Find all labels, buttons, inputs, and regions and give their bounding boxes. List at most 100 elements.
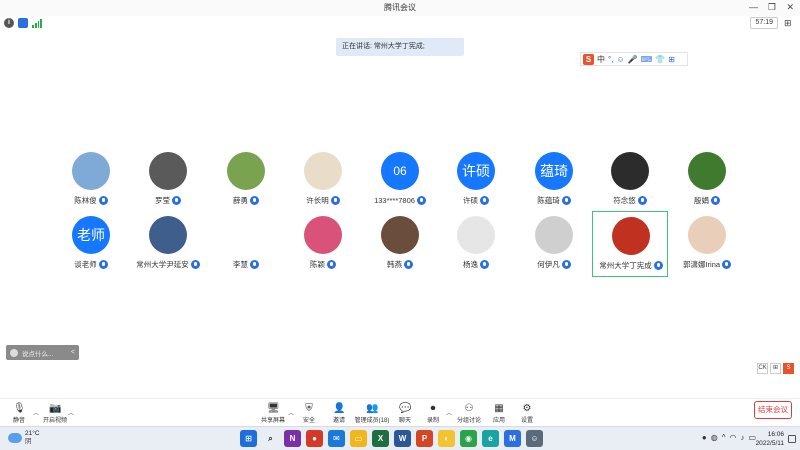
powerpoint-icon[interactable]: P bbox=[416, 430, 433, 447]
participant-tile[interactable]: 殷娟 bbox=[669, 152, 745, 218]
participant-tile[interactable]: 何伊凡 bbox=[516, 216, 592, 282]
participant-tile[interactable]: 蕴琦 陈蕴琦 bbox=[516, 152, 592, 218]
search-icon[interactable]: ⌕ bbox=[262, 430, 279, 447]
microphone-status-icon bbox=[480, 259, 489, 269]
chat-input-pill[interactable]: 说点什么... < bbox=[6, 345, 79, 360]
microphone-status-icon bbox=[711, 195, 720, 205]
ime-mini-bar[interactable]: CK ⊞ S bbox=[757, 363, 794, 374]
ime-skin-icon[interactable]: 👕 bbox=[655, 54, 665, 65]
manage-members-button[interactable]: 👥 管理成员(18) bbox=[352, 403, 392, 425]
taskbar-apps: ⊞ ⌕ N ● ✉ ▭ X W P ◐ ◉ e M ☺ bbox=[240, 430, 543, 447]
tray-app2-icon[interactable]: ◍ bbox=[711, 432, 718, 444]
minimize-icon[interactable]: — bbox=[749, 2, 758, 12]
ime-voice-icon[interactable]: 🎤 bbox=[628, 54, 638, 65]
sogou-mini-icon[interactable]: S bbox=[783, 363, 794, 374]
word-icon[interactable]: W bbox=[394, 430, 411, 447]
participant-tile[interactable]: 薛勇 bbox=[208, 152, 284, 218]
participant-name-row: 陈蕴琦 bbox=[516, 194, 592, 206]
security-button[interactable]: ⛨ 安全 bbox=[292, 403, 326, 425]
ime-grid-icon[interactable]: ⊞ bbox=[770, 363, 781, 374]
chrome-icon[interactable]: ● bbox=[306, 430, 323, 447]
participant-tile[interactable]: 罗莹 bbox=[130, 152, 206, 218]
folder-icon[interactable]: ▭ bbox=[350, 430, 367, 447]
app-yellow-icon[interactable]: ◐ bbox=[438, 430, 455, 447]
participant-tile[interactable]: 常州大学尹延安 bbox=[130, 216, 206, 282]
participant-tile[interactable]: 郭潇娜Irina bbox=[669, 216, 745, 282]
microphone-status-icon bbox=[653, 260, 663, 270]
participant-tile[interactable]: 符念悠 bbox=[592, 152, 668, 218]
chat-icon: 💬 bbox=[399, 403, 412, 414]
edge-icon[interactable]: e bbox=[482, 430, 499, 447]
participant-tile[interactable]: 李慧 bbox=[208, 216, 284, 282]
signal-icon[interactable] bbox=[32, 18, 42, 28]
invite-button[interactable]: 👤 邀请 bbox=[322, 403, 356, 425]
avatar bbox=[149, 152, 187, 190]
video-button[interactable]: 📷 开启视频 bbox=[38, 403, 72, 425]
chevron-left-icon[interactable]: < bbox=[71, 349, 75, 356]
avatar bbox=[688, 216, 726, 254]
app-green-icon[interactable]: ◉ bbox=[460, 430, 477, 447]
participant-name: 常州大学丁宪成 bbox=[599, 260, 652, 270]
participant-name: 何伊凡 bbox=[537, 259, 560, 269]
chat-bubble-icon bbox=[10, 348, 18, 357]
onenote-icon[interactable]: N bbox=[284, 430, 301, 447]
participant-name-row: 133****7806 bbox=[362, 194, 438, 206]
participant-tile[interactable]: 06 133****7806 bbox=[362, 152, 438, 218]
microphone-status-icon bbox=[250, 259, 259, 269]
participant-tile[interactable]: 许长明 bbox=[285, 152, 361, 218]
info-icon[interactable]: i bbox=[4, 18, 14, 28]
ime-emoji-icon[interactable]: ☺ bbox=[616, 54, 624, 65]
close-icon[interactable]: ✕ bbox=[786, 2, 794, 12]
end-meeting-button[interactable]: 结束会议 bbox=[754, 401, 792, 419]
participant-name-row: 陈林俊 bbox=[53, 194, 129, 206]
wifi-icon[interactable]: ◠ bbox=[729, 432, 736, 444]
volume-icon[interactable]: ♪ bbox=[740, 432, 744, 444]
mail-icon[interactable]: ✉ bbox=[328, 430, 345, 447]
participant-name: 谈老师 bbox=[74, 259, 97, 269]
microphone-status-icon bbox=[98, 195, 108, 205]
excel-icon[interactable]: X bbox=[372, 430, 389, 447]
ime-mode[interactable]: 中 bbox=[597, 54, 605, 65]
participant-tile[interactable]: 陈林俊 bbox=[53, 152, 129, 218]
maximize-icon[interactable]: ❐ bbox=[768, 2, 776, 12]
ime-toolbox-icon[interactable]: ⊞ bbox=[668, 54, 675, 65]
participant-name-row: 许硕 bbox=[438, 194, 514, 206]
share-screen-button[interactable]: 🖥 共享屏幕 bbox=[256, 403, 290, 425]
ime-toolbar[interactable]: S 中 °, ☺ 🎤 ⌨ 👕 ⊞ bbox=[580, 52, 688, 66]
participant-tile[interactable]: 杨逸 bbox=[438, 216, 514, 282]
tray-caret-icon[interactable]: ^ bbox=[722, 432, 726, 444]
taskbar-clock[interactable]: 16:06 2022/5/11 bbox=[756, 430, 784, 448]
microphone-status-icon bbox=[416, 195, 426, 205]
tencent-meeting-icon[interactable]: M bbox=[504, 430, 521, 447]
participant-name-row: 许长明 bbox=[285, 194, 361, 206]
participant-tile[interactable]: 许硕 许硕 bbox=[438, 152, 514, 218]
start-icon[interactable]: ⊞ bbox=[240, 430, 257, 447]
participant-tile[interactable]: 常州大学丁宪成 bbox=[592, 211, 668, 277]
ime-keyboard-icon[interactable]: ⌨ bbox=[641, 54, 653, 65]
sogou-logo-icon[interactable]: S bbox=[583, 53, 594, 65]
camera-off-icon: 📷 bbox=[49, 403, 62, 414]
avatar bbox=[611, 152, 649, 190]
user-app-icon[interactable]: ☺ bbox=[526, 430, 543, 447]
participant-tile[interactable]: 老师 谈老师 bbox=[53, 216, 129, 282]
weather-widget[interactable]: 21°C 阴 bbox=[8, 430, 40, 446]
add-user-icon: 👤 bbox=[333, 403, 346, 414]
avatar bbox=[304, 216, 342, 254]
notification-icon[interactable] bbox=[788, 435, 796, 443]
chat-placeholder: 说点什么... bbox=[22, 350, 54, 358]
settings-button[interactable]: ⚙ 设置 bbox=[510, 403, 544, 425]
ime-punct-icon[interactable]: °, bbox=[608, 54, 613, 65]
participant-tile[interactable]: 陈颖 bbox=[285, 216, 361, 282]
grid-view-icon[interactable]: ⊞ bbox=[784, 18, 794, 28]
participant-tile[interactable]: 韩燕 bbox=[362, 216, 438, 282]
microphone-status-icon bbox=[190, 259, 200, 269]
tray-app-icon[interactable]: ● bbox=[702, 432, 707, 444]
participant-name-row: 韩燕 bbox=[362, 258, 438, 270]
breakout-button[interactable]: ⚇ 分组讨论 bbox=[452, 403, 486, 425]
ime-ck-icon[interactable]: CK bbox=[757, 363, 768, 374]
shield-icon[interactable] bbox=[18, 18, 28, 28]
video-options-caret[interactable]: ︿ bbox=[68, 408, 74, 417]
mute-button[interactable]: 🎙 静音 bbox=[2, 403, 36, 425]
record-button[interactable]: ⏺ 录制 bbox=[416, 403, 450, 425]
video-label: 开启视频 bbox=[42, 418, 67, 424]
